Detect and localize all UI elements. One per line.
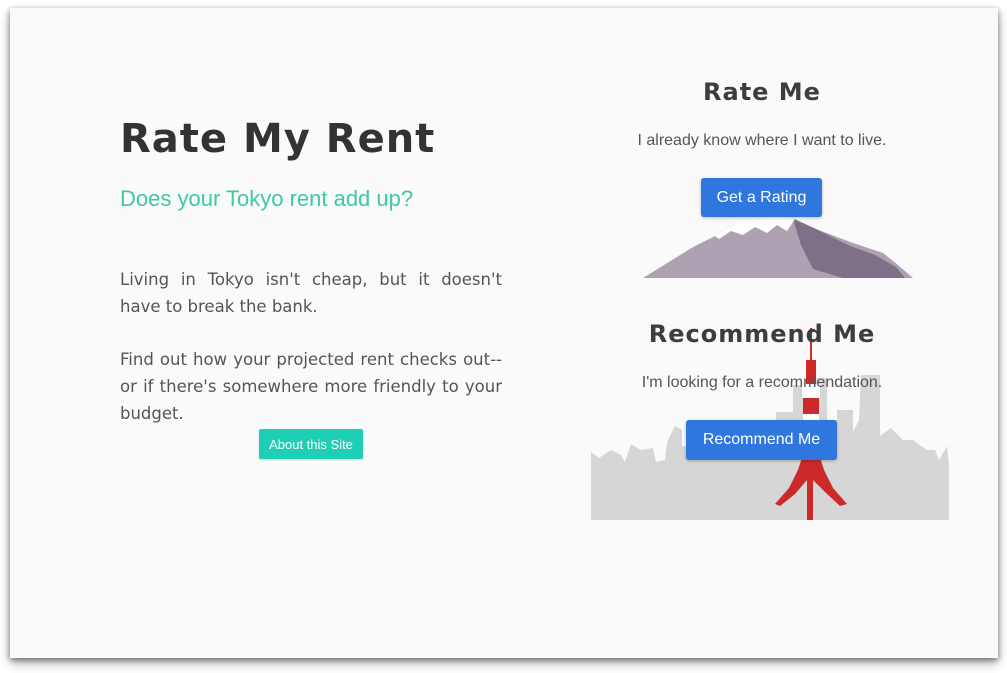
rate-card-description: I already know where I want to live. [637, 132, 887, 149]
recommend-me-button[interactable]: Recommend Me [686, 420, 837, 460]
recommend-card-description: I'm looking for a recommendation. [641, 374, 883, 391]
site-tagline: Does your Tokyo rent add up? [120, 186, 414, 211]
rate-card-title: Rate Me [703, 78, 821, 106]
description-paragraph: Find out how your projected rent checks … [120, 350, 502, 423]
get-rating-button[interactable]: Get a Rating [701, 178, 822, 217]
about-site-button[interactable]: About this Site [259, 429, 363, 459]
recommend-card-title: Recommend Me [648, 320, 876, 348]
app-window: Rate My Rent Does your Tokyo rent add up… [10, 8, 998, 658]
intro-paragraph: Living in Tokyo isn't cheap, but it does… [120, 270, 502, 316]
site-title: Rate My Rent [120, 116, 436, 162]
